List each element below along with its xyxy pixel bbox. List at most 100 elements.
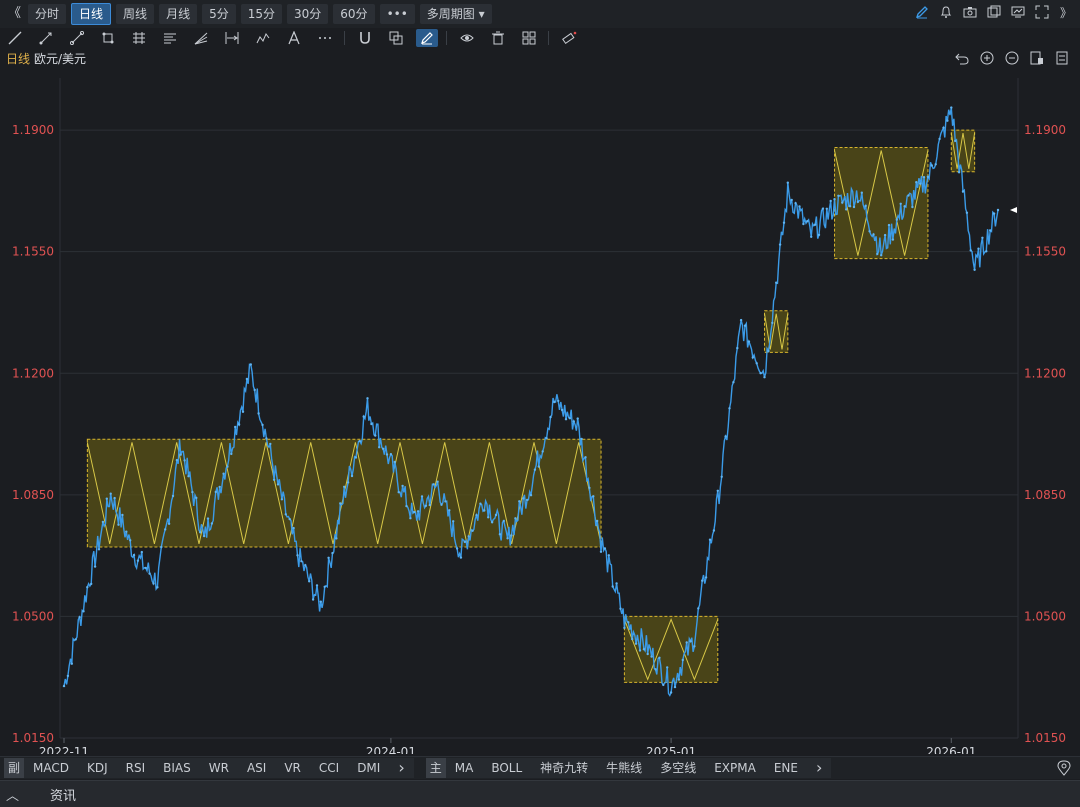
- location-pin-icon[interactable]: [1056, 760, 1072, 776]
- price-point: [148, 572, 151, 575]
- undo-icon[interactable]: [954, 50, 970, 66]
- indicator-macd[interactable]: MACD: [24, 758, 78, 778]
- price-point: [891, 238, 895, 241]
- indicator-expma[interactable]: EXPMA: [705, 758, 765, 778]
- indicator-long-short[interactable]: 多空线: [651, 758, 705, 778]
- range-tool-icon[interactable]: [221, 29, 243, 47]
- indicator-bull-bear[interactable]: 牛熊线: [597, 758, 651, 778]
- text-tool-icon[interactable]: [283, 29, 305, 47]
- price-point: [440, 503, 443, 506]
- period-button-weekly[interactable]: 周线: [116, 4, 155, 24]
- price-point: [105, 497, 109, 500]
- next-sub-indicators-icon[interactable]: ›: [389, 758, 413, 778]
- price-point: [848, 205, 852, 208]
- indicator-ma[interactable]: MA: [446, 758, 483, 778]
- price-point: [187, 475, 190, 478]
- indicator-rsi[interactable]: RSI: [117, 758, 155, 778]
- settings-icon[interactable]: [1054, 50, 1070, 66]
- price-point: [272, 478, 276, 481]
- indicator-cci[interactable]: CCI: [310, 758, 348, 778]
- price-point: [409, 517, 412, 520]
- price-point: [942, 126, 945, 129]
- window-icon[interactable]: [986, 4, 1002, 20]
- bell-icon[interactable]: [938, 4, 954, 20]
- price-point: [510, 534, 513, 537]
- price-point: [810, 235, 813, 238]
- price-point: [86, 586, 89, 589]
- price-point: [662, 683, 665, 687]
- zoom-in-icon[interactable]: [979, 50, 995, 66]
- fan-tool-icon[interactable]: [190, 29, 212, 47]
- indicator-td9[interactable]: 神奇九转: [531, 758, 597, 778]
- ruler-icon[interactable]: [558, 29, 580, 47]
- price-point: [615, 582, 618, 585]
- next-main-indicators-icon[interactable]: ›: [807, 758, 831, 778]
- indicator-wr[interactable]: WR: [200, 758, 238, 778]
- eye-icon[interactable]: [456, 29, 478, 47]
- price-point: [549, 415, 552, 419]
- indicator-ene[interactable]: ENE: [765, 758, 807, 778]
- price-point: [985, 250, 988, 253]
- magnet-icon[interactable]: [354, 29, 376, 47]
- price-point: [743, 324, 747, 327]
- consolidation-zones: [86, 129, 976, 683]
- indicator-boll[interactable]: BOLL: [482, 758, 531, 778]
- price-point: [261, 423, 264, 427]
- price-point: [463, 540, 466, 544]
- price-point: [218, 485, 221, 489]
- period-button-15min[interactable]: 15分: [240, 4, 282, 24]
- layers-icon[interactable]: [518, 29, 540, 47]
- price-chart[interactable]: 1.1900 1.1550 1.1200 1.0850 1.0500 1.0150 1.1…: [0, 66, 1080, 754]
- more-periods-button[interactable]: •••: [379, 4, 415, 24]
- layout-icon[interactable]: [1029, 50, 1045, 66]
- screen-icon[interactable]: [1010, 4, 1026, 20]
- collapse-left-icon[interactable]: 《: [6, 4, 23, 24]
- more-tools-icon[interactable]: [314, 29, 336, 47]
- zoom-out-icon[interactable]: [1004, 50, 1020, 66]
- price-point: [385, 453, 389, 456]
- price-point: [541, 450, 544, 453]
- ray-tool-icon[interactable]: [35, 29, 57, 47]
- price-point: [887, 223, 891, 227]
- wave-tool-icon[interactable]: [252, 29, 274, 47]
- multi-period-button[interactable]: 多周期图 ▾: [419, 4, 492, 24]
- indicator-dmi[interactable]: DMI: [348, 758, 389, 778]
- line-tool-icon[interactable]: [4, 29, 26, 47]
- copy-icon[interactable]: [385, 29, 407, 47]
- period-button-5min[interactable]: 5分: [202, 4, 236, 24]
- price-point: [973, 268, 976, 271]
- trash-icon[interactable]: [487, 29, 509, 47]
- period-button-60min[interactable]: 60分: [333, 4, 375, 24]
- price-point: [167, 522, 171, 525]
- indicator-vr[interactable]: VR: [275, 758, 310, 778]
- segment-tool-icon[interactable]: [66, 29, 88, 47]
- expand-right-icon[interactable]: 》: [1058, 4, 1074, 20]
- period-button-daily[interactable]: 日线: [71, 3, 112, 25]
- period-button-monthly[interactable]: 月线: [159, 4, 198, 24]
- indicator-kdj[interactable]: KDJ: [78, 758, 117, 778]
- camera-icon[interactable]: [962, 4, 978, 20]
- price-point: [257, 412, 260, 415]
- period-button-30min[interactable]: 30分: [287, 4, 329, 24]
- indicator-asi[interactable]: ASI: [238, 758, 275, 778]
- price-point: [592, 495, 595, 498]
- price-point: [759, 372, 762, 375]
- price-point: [771, 321, 774, 325]
- y-tick-label: 1.1900: [12, 123, 54, 137]
- collapse-news-icon[interactable]: ︿: [6, 785, 22, 804]
- price-point: [728, 407, 731, 410]
- indicator-bias[interactable]: BIAS: [154, 758, 200, 778]
- brush-icon[interactable]: [416, 29, 438, 47]
- period-button-intraday[interactable]: 分时: [28, 4, 67, 24]
- rect-tool-icon[interactable]: [97, 29, 119, 47]
- price-point: [152, 582, 155, 585]
- channel-tool-icon[interactable]: [159, 29, 181, 47]
- price-point: [895, 218, 898, 221]
- fib-tool-icon[interactable]: [128, 29, 150, 47]
- pen-icon[interactable]: [914, 4, 930, 20]
- price-point: [62, 684, 66, 688]
- price-point: [346, 481, 350, 484]
- fullscreen-icon[interactable]: [1034, 4, 1050, 20]
- news-tab[interactable]: 资讯: [50, 785, 76, 804]
- price-point: [237, 423, 241, 426]
